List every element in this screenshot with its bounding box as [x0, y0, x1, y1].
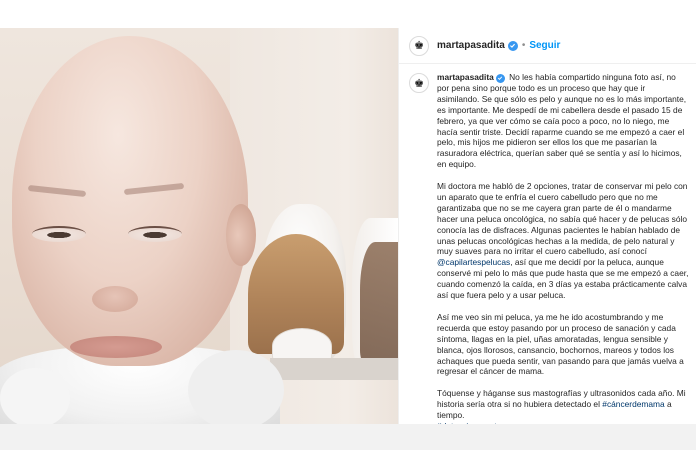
right-eye	[128, 226, 182, 242]
caption-paragraph: Así me veo sin mi peluca, ya me he ido a…	[437, 312, 689, 377]
caption-username[interactable]: martapasadita	[437, 72, 494, 82]
caption-paragraph: Mi doctora me habló de 2 opciones, trata…	[437, 181, 689, 301]
verified-badge-icon	[507, 40, 518, 51]
robe-collar-left	[0, 368, 70, 424]
profile-avatar[interactable]: ♚	[409, 35, 429, 56]
bottom-strip	[0, 424, 696, 450]
caption-paragraph-4: Así me veo sin mi peluca, ya me he ido a…	[437, 311, 684, 377]
hashtag-link-cancerdemama[interactable]: #cáncerdemama	[602, 399, 664, 409]
screenshot-frame: ♚ martapasadita • Seguir ♚ martapasadita…	[0, 0, 696, 450]
caption-text: martapasadita No les había compartido ni…	[437, 72, 689, 443]
caption-area: ♚ martapasadita No les había compartido …	[399, 70, 696, 431]
follow-button[interactable]: Seguir	[529, 40, 560, 51]
left-eye	[32, 226, 86, 242]
post-photo[interactable]	[0, 28, 398, 424]
ear	[226, 204, 256, 266]
caption-paragraph-2: Mi doctora me habló de 2 opciones, trata…	[437, 181, 688, 257]
caption-paragraph: martapasadita No les había compartido ni…	[437, 72, 689, 170]
robe-collar-right	[188, 350, 284, 424]
top-strip	[0, 0, 696, 28]
crown-icon: ♚	[414, 76, 424, 90]
post-header: ♚ martapasadita • Seguir	[399, 28, 696, 64]
header-username[interactable]: martapasadita	[437, 40, 505, 51]
caption-row: ♚ martapasadita No les había compartido …	[409, 72, 689, 443]
caption-avatar[interactable]: ♚	[409, 73, 429, 93]
shelf	[270, 358, 398, 380]
verified-badge-icon	[495, 73, 505, 83]
nose	[92, 286, 138, 312]
mention-link[interactable]: @capilartespelucas	[437, 257, 510, 267]
face	[12, 36, 248, 366]
left-eyebrow	[27, 184, 87, 198]
crown-icon: ♚	[414, 39, 424, 52]
caption-paragraph-1: No les había compartido ninguna foto así…	[437, 72, 687, 170]
separator-dot: •	[521, 40, 526, 51]
lips	[70, 336, 162, 358]
right-eyebrow	[123, 182, 185, 196]
post-sidebar: ♚ martapasadita • Seguir ♚ martapasadita…	[398, 28, 696, 431]
mannequin-wig-right	[360, 242, 398, 362]
